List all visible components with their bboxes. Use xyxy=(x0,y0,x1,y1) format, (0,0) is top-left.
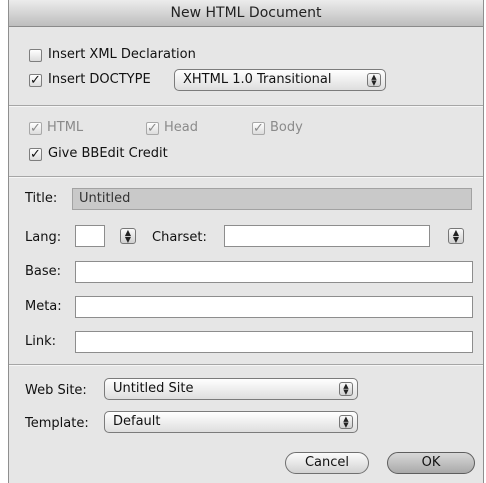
meta-field[interactable] xyxy=(75,296,473,318)
head-checkbox[interactable]: ✓ xyxy=(146,122,159,135)
base-field[interactable] xyxy=(75,261,473,283)
doctype-popup-value: XHTML 1.0 Transitional xyxy=(183,72,332,87)
give-bbedit-credit-checkbox[interactable]: ✓ xyxy=(29,148,42,161)
head-label: Head xyxy=(164,120,198,135)
separator-highlight xyxy=(9,177,483,178)
up-down-arrows-icon: ▲ ▼ xyxy=(367,73,381,87)
new-html-document-dialog: New HTML Document Insert XML Declaration… xyxy=(8,0,484,483)
web-site-popup-value: Untitled Site xyxy=(113,381,194,396)
lang-label: Lang: xyxy=(25,230,62,245)
give-bbedit-credit-label: Give BBEdit Credit xyxy=(48,146,168,161)
meta-label: Meta: xyxy=(25,299,62,314)
separator-highlight xyxy=(9,106,483,107)
stepper-arrows-icon[interactable]: ▲ ▼ xyxy=(120,228,136,244)
base-label: Base: xyxy=(25,264,62,279)
web-site-popup[interactable]: Untitled Site ▲ ▼ xyxy=(104,378,358,400)
template-label: Template: xyxy=(25,416,89,431)
stepper-arrows-icon[interactable]: ▲ ▼ xyxy=(448,228,464,244)
body-label: Body xyxy=(270,120,303,135)
title-field[interactable]: Untitled xyxy=(72,188,472,210)
up-down-arrows-icon: ▲ ▼ xyxy=(339,382,353,396)
insert-doctype-checkbox[interactable]: ✓ xyxy=(29,74,42,87)
html-label: HTML xyxy=(47,120,84,135)
insert-doctype-label: Insert DOCTYPE xyxy=(48,72,151,87)
insert-xml-declaration-checkbox[interactable] xyxy=(29,49,42,62)
title-label: Title: xyxy=(25,191,58,206)
ok-button[interactable]: OK xyxy=(387,452,475,474)
up-down-arrows-icon: ▲ ▼ xyxy=(339,415,353,429)
link-field[interactable] xyxy=(75,331,473,353)
doctype-popup[interactable]: XHTML 1.0 Transitional ▲ ▼ xyxy=(174,69,386,91)
template-popup-value: Default xyxy=(113,414,161,429)
cancel-button[interactable]: Cancel xyxy=(285,452,369,474)
charset-label: Charset: xyxy=(152,230,207,245)
insert-xml-declaration-label: Insert XML Declaration xyxy=(48,47,196,62)
charset-field[interactable] xyxy=(224,225,430,247)
web-site-label: Web Site: xyxy=(25,383,87,398)
body-checkbox[interactable]: ✓ xyxy=(252,122,265,135)
window-title: New HTML Document xyxy=(9,0,483,27)
lang-field[interactable] xyxy=(75,225,105,247)
link-label: Link: xyxy=(25,334,57,349)
template-popup[interactable]: Default ▲ ▼ xyxy=(104,411,358,433)
html-checkbox[interactable]: ✓ xyxy=(29,122,42,135)
separator-highlight xyxy=(9,365,483,366)
